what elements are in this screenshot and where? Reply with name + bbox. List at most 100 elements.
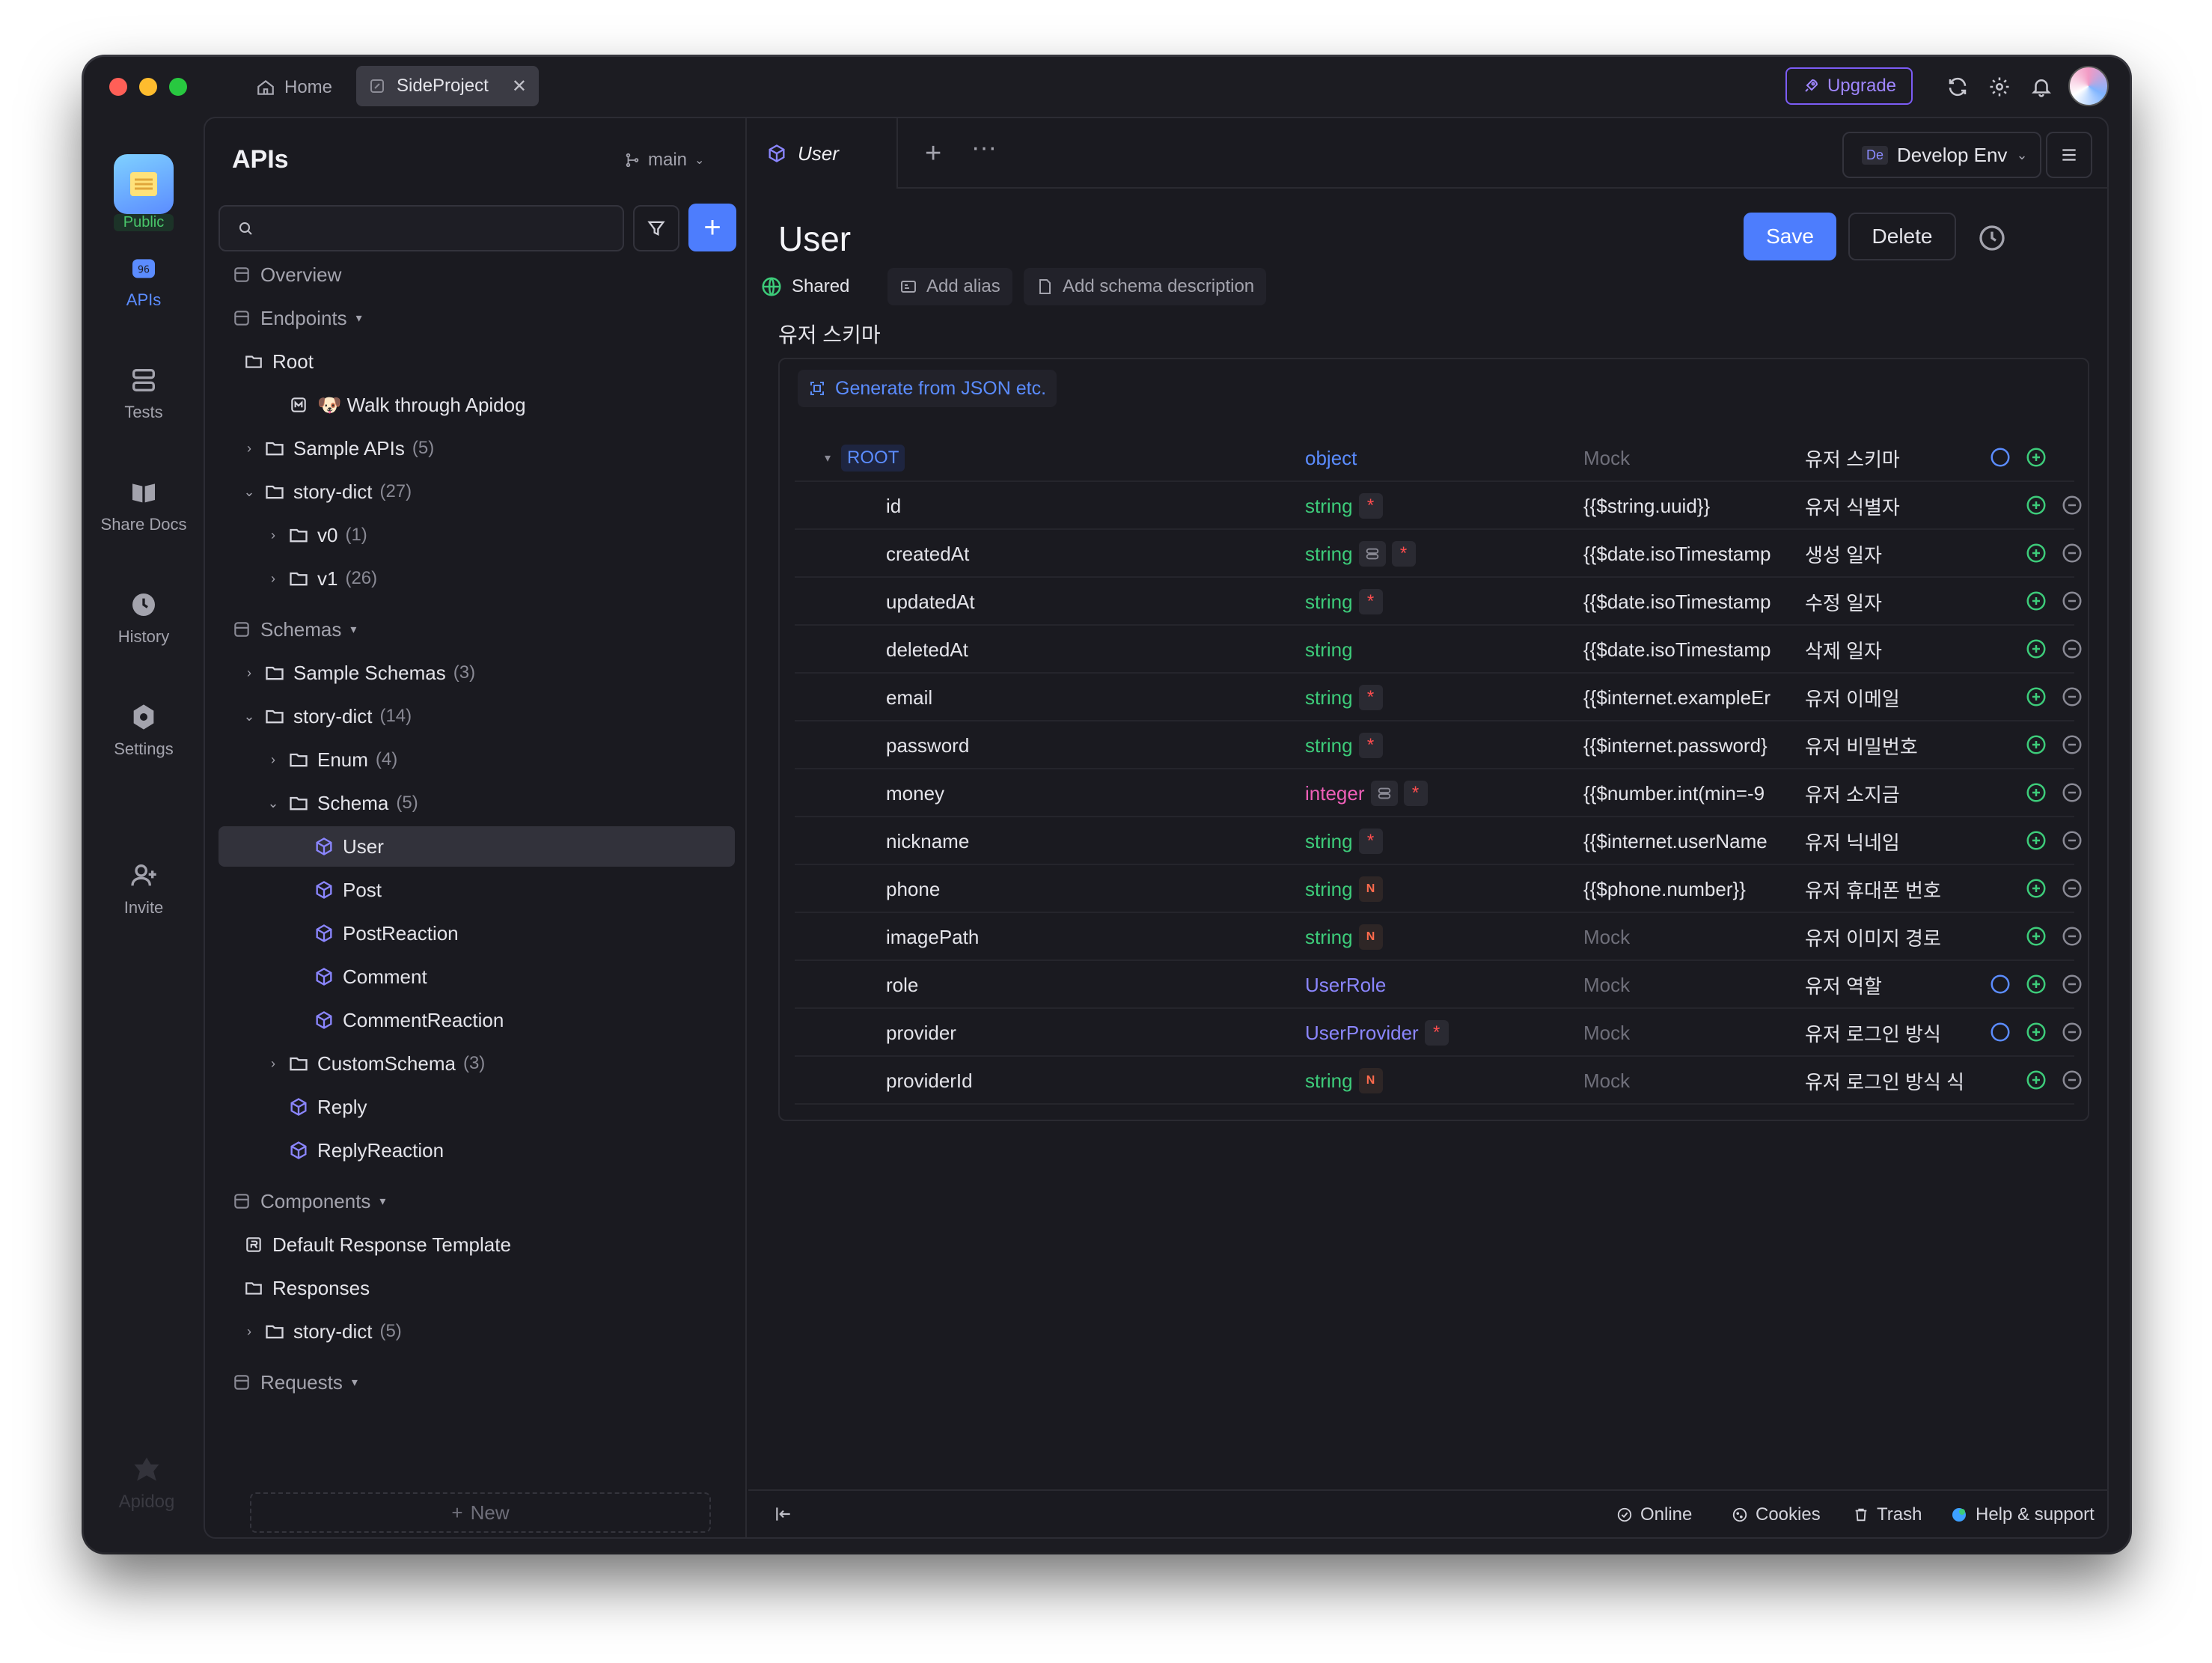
field-description[interactable]: 유저 이메일 <box>1805 684 1900 712</box>
field-name[interactable]: id <box>886 495 901 518</box>
field-name[interactable]: createdAt <box>886 543 969 566</box>
field-name[interactable]: role <box>886 974 918 997</box>
add-field-icon[interactable] <box>2025 973 2049 997</box>
schema-field-row[interactable]: providerId string N Mock 유저 로그인 방식 식 <box>795 1057 2082 1105</box>
field-description[interactable]: 유저 닉네임 <box>1805 828 1900 855</box>
section-overview[interactable]: Overview <box>219 254 735 295</box>
field-description[interactable]: 유저 식별자 <box>1805 492 1900 520</box>
more-options-icon[interactable] <box>1989 446 2013 470</box>
schema-field-row[interactable]: provider UserProvider * Mock 유저 로그인 방식 <box>795 1009 2082 1057</box>
chevron-down-icon[interactable]: ⌄ <box>241 484 257 500</box>
schema-field-row[interactable]: password string * {{$internet.password} 유저 비… <box>795 721 2082 769</box>
field-description[interactable]: 유저 휴대폰 번호 <box>1805 876 1941 903</box>
shared-toggle[interactable]: Shared <box>748 268 861 305</box>
add-description-button[interactable]: Add schema description <box>1024 268 1267 305</box>
nullable-marker[interactable]: N <box>1358 924 1383 950</box>
field-name[interactable]: password <box>886 734 969 757</box>
section-components[interactable]: Components ▾ <box>219 1181 735 1221</box>
tree-item[interactable]: Default Response Template <box>219 1224 735 1265</box>
remove-field-icon[interactable] <box>2061 686 2085 710</box>
section-requests[interactable]: Requests ▾ <box>219 1362 735 1403</box>
field-mock[interactable]: {{$date.isoTimestamp <box>1583 543 1771 566</box>
chevron-right-icon[interactable]: › <box>265 752 281 768</box>
field-type[interactable]: string <box>1305 638 1353 662</box>
add-field-icon[interactable] <box>2025 590 2049 614</box>
field-type[interactable]: string <box>1305 1069 1353 1093</box>
schema-field-row[interactable]: createdAt string * {{$date.isoTimestamp 생성 일… <box>795 530 2082 578</box>
chevron-down-icon[interactable]: ⌄ <box>241 709 257 724</box>
remove-field-icon[interactable] <box>2061 638 2085 662</box>
required-marker[interactable]: * <box>1358 589 1383 614</box>
tree-item[interactable]: › v0 (1) <box>219 515 735 555</box>
field-type[interactable]: object <box>1305 447 1357 470</box>
project-logo[interactable] <box>114 154 174 214</box>
field-description[interactable]: 유저 로그인 방식 식 <box>1805 1067 1964 1095</box>
field-type[interactable]: string <box>1305 495 1353 518</box>
remove-field-icon[interactable] <box>2061 542 2085 566</box>
trash-button[interactable]: Trash <box>1853 1504 1922 1525</box>
tree-item[interactable]: ReplyReaction <box>219 1130 735 1171</box>
field-mock[interactable]: {{$number.int(min=-9 <box>1583 782 1765 805</box>
chevron-right-icon[interactable]: › <box>265 571 281 587</box>
remove-field-icon[interactable] <box>2061 781 2085 805</box>
caret-down-icon[interactable]: ▾ <box>825 451 831 466</box>
rail-item-settings[interactable]: Settings <box>84 702 204 759</box>
tree-item[interactable]: › Sample APIs (5) <box>219 428 735 469</box>
field-description[interactable]: 유저 역할 <box>1805 971 1882 999</box>
field-type[interactable]: string <box>1305 591 1353 614</box>
field-type[interactable]: string <box>1305 878 1353 901</box>
branch-selector[interactable]: main ⌄ <box>624 150 704 171</box>
new-tab-icon[interactable]: + <box>925 138 941 170</box>
nullable-marker[interactable]: N <box>1358 876 1383 902</box>
field-mock[interactable]: Mock <box>1583 447 1630 470</box>
more-options-icon[interactable] <box>1989 1021 2013 1045</box>
generate-from-json-button[interactable]: Generate from JSON etc. <box>798 370 1057 407</box>
tab-home[interactable]: Home <box>242 69 346 106</box>
field-name[interactable]: phone <box>886 878 940 901</box>
field-mock[interactable]: {{$phone.number}} <box>1583 878 1746 901</box>
more-icon[interactable]: ··· <box>971 133 997 162</box>
field-mock[interactable]: {{$internet.userName <box>1583 830 1768 853</box>
add-field-icon[interactable] <box>2025 1069 2049 1093</box>
schema-field-row[interactable]: updatedAt string * {{$date.isoTimestamp 수정 일… <box>795 578 2082 626</box>
schema-title[interactable]: User <box>778 219 851 259</box>
field-mock[interactable]: {{$string.uuid}} <box>1583 495 1710 518</box>
rail-item-history[interactable]: History <box>84 590 204 647</box>
add-field-icon[interactable] <box>2025 829 2049 853</box>
caret-down-icon[interactable]: ▾ <box>379 1194 385 1209</box>
field-type[interactable]: string <box>1305 686 1353 710</box>
required-marker[interactable]: * <box>1358 493 1383 519</box>
tab-sideproject[interactable]: SideProject ✕ <box>356 66 539 106</box>
field-mock[interactable]: {{$date.isoTimestamp <box>1583 591 1771 614</box>
field-name[interactable]: money <box>886 782 944 805</box>
remove-field-icon[interactable] <box>2061 925 2085 949</box>
filter-button[interactable] <box>633 205 679 251</box>
section-endpoints[interactable]: Endpoints ▾ <box>219 298 735 338</box>
add-field-icon[interactable] <box>2025 542 2049 566</box>
required-marker[interactable]: * <box>1358 733 1383 758</box>
field-mock[interactable]: {{$date.isoTimestamp <box>1583 638 1771 662</box>
tree-item[interactable]: Comment <box>219 956 735 997</box>
avatar[interactable] <box>2068 66 2109 106</box>
add-field-icon[interactable] <box>2025 446 2049 470</box>
chevron-right-icon[interactable]: › <box>265 528 281 543</box>
tree-item[interactable]: Root <box>219 341 735 382</box>
tree-item[interactable]: User <box>219 826 735 867</box>
cookies-button[interactable]: Cookies <box>1732 1504 1821 1525</box>
collapse-sidebar-icon[interactable] <box>774 1504 793 1524</box>
required-marker[interactable]: * <box>1424 1020 1449 1046</box>
field-description[interactable]: 유저 로그인 방식 <box>1805 1019 1941 1047</box>
section-schemas[interactable]: Schemas ▾ <box>219 609 735 650</box>
add-field-icon[interactable] <box>2025 877 2049 901</box>
tree-item[interactable]: › CustomSchema (3) <box>219 1043 735 1084</box>
remove-field-icon[interactable] <box>2061 494 2085 518</box>
add-field-icon[interactable] <box>2025 686 2049 710</box>
required-marker[interactable]: * <box>1403 781 1428 806</box>
help-support-button[interactable]: Help & support <box>1950 1504 2095 1525</box>
required-marker[interactable]: * <box>1358 829 1383 854</box>
required-marker[interactable]: * <box>1358 685 1383 710</box>
link-icon[interactable] <box>1370 781 1398 806</box>
schema-field-row[interactable]: nickname string * {{$internet.userName 유저 닉네… <box>795 817 2082 865</box>
gear-icon[interactable] <box>1985 72 2014 102</box>
field-type[interactable]: string <box>1305 830 1353 853</box>
